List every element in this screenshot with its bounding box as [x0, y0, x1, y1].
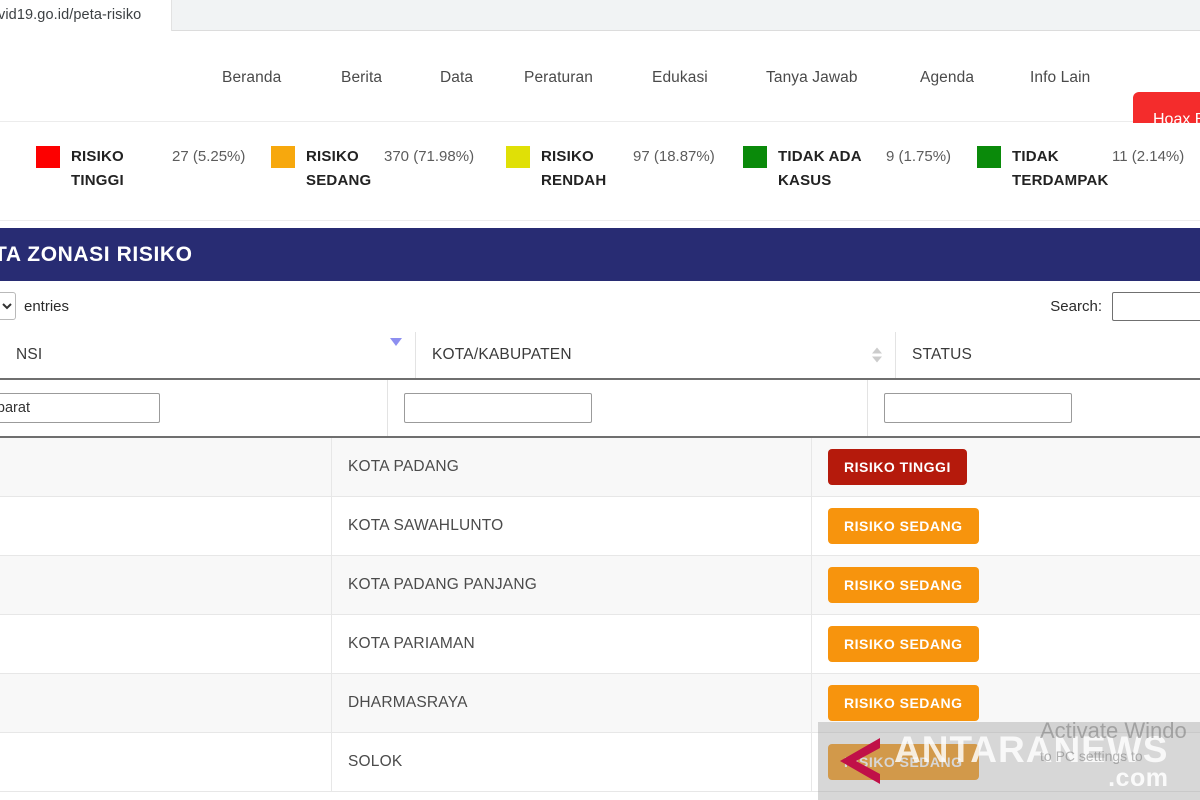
- entries-label: entries: [24, 297, 70, 315]
- table-controls: 102550100 entries Search:: [0, 286, 1200, 330]
- legend-color-swatch-icon: [36, 146, 60, 168]
- status-badge[interactable]: RISIKO SEDANG: [828, 567, 979, 603]
- filter-cell-1: [388, 380, 868, 436]
- cell-status: RISIKO SEDANG: [812, 556, 1116, 614]
- url-text[interactable]: vid19.go.id/peta-risiko: [0, 7, 141, 23]
- cell-status: RISIKO TINGGI: [812, 438, 1116, 496]
- column-filter-input-1[interactable]: [404, 393, 592, 423]
- table-row[interactable]: RA BARATSOLOK RISIKO SEDANG: [0, 733, 1200, 792]
- cell-kota-kabupaten: KOTA PARIAMAN: [332, 615, 812, 673]
- table-row[interactable]: RA BARATKOTA SAWAHLUNTO RISIKO SEDANG: [0, 497, 1200, 556]
- nav-link-beranda[interactable]: Beranda: [222, 69, 281, 87]
- cell-provinsi: RA BARAT: [0, 674, 332, 732]
- nav-link-tanya-jawab[interactable]: Tanya Jawab: [766, 69, 858, 87]
- column-header-label: NSI: [16, 346, 43, 363]
- length-control: 102550100 entries: [0, 292, 69, 320]
- legend-label: RISIKO TINGGI: [71, 148, 124, 189]
- cell-status: RISIKO SEDANG: [812, 615, 1116, 673]
- legend-color-swatch-icon: [271, 146, 295, 168]
- nav-link-peraturan[interactable]: Peraturan: [524, 69, 593, 87]
- status-badge[interactable]: RISIKO SEDANG: [828, 508, 979, 544]
- sort-toggle-icon[interactable]: [872, 347, 882, 363]
- cell-kota-kabupaten: KOTA PADANG: [332, 438, 812, 496]
- column-header-label: KOTA/KABUPATEN: [432, 346, 572, 363]
- cell-provinsi: RA BARAT: [0, 497, 332, 555]
- status-badge[interactable]: RISIKO SEDANG: [828, 744, 979, 780]
- cell-status: RISIKO SEDANG: [812, 674, 1116, 732]
- cell-kota-kabupaten: DHARMASRAYA: [332, 674, 812, 732]
- filter-cell-2: [868, 380, 1172, 436]
- cell-kota-kabupaten: KOTA SAWAHLUNTO: [332, 497, 812, 555]
- legend-item-4: TIDAK TERDAMPAK: [977, 145, 1109, 193]
- table-column-filters: [0, 380, 1200, 438]
- nav-link-edukasi[interactable]: Edukasi: [652, 69, 708, 87]
- zonasi-risiko-table: NSI KOTA/KABUPATEN STATUS RA BARAT KOTA PAD…: [0, 332, 1200, 792]
- site-navbar: Beranda Berita Data Peraturan Edukasi Tanya J…: [0, 32, 1200, 148]
- search-label: Search:: [1050, 298, 1102, 315]
- search-input[interactable]: [1112, 292, 1200, 321]
- cell-status: RISIKO SEDANG: [812, 733, 1116, 791]
- status-badge[interactable]: RISIKO TINGGI: [828, 449, 967, 485]
- table-row[interactable]: RA BARATKOTA PARIAMAN RISIKO SEDANG: [0, 615, 1200, 674]
- legend-label: TIDAK TERDAMPAK: [1012, 148, 1109, 189]
- nav-link-data[interactable]: Data: [440, 69, 473, 87]
- table-body: RA BARATKOTA PADANGRISIKO TINGGIRA BARAT…: [0, 438, 1200, 792]
- filter-cell-0: [0, 380, 388, 436]
- nav-link-info-lain[interactable]: Info Lain: [1030, 69, 1090, 87]
- legend-item-3: TIDAK ADA KASUS: [743, 145, 862, 193]
- cell-provinsi: RA BARAT: [0, 556, 332, 614]
- status-badge[interactable]: RISIKO SEDANG: [828, 626, 979, 662]
- legend-color-swatch-icon: [506, 146, 530, 168]
- column-header-label: STATUS: [912, 346, 973, 363]
- legend-label: TIDAK ADA KASUS: [778, 148, 862, 189]
- table-row[interactable]: RA BARATKOTA PADANG PANJANG RISIKO SEDANG: [0, 556, 1200, 615]
- page-title: TA ZONASI RISIKO: [0, 242, 193, 266]
- cell-provinsi: RA BARAT: [0, 733, 332, 791]
- risk-legend: RISIKO TINGGI 27 (5.25%) RISIKO SEDANG 370 …: [0, 123, 1200, 221]
- table-header: NSI KOTA/KABUPATEN STATUS: [0, 332, 1200, 380]
- page-root: vid19.go.id/peta-risiko Beranda Berita Dat…: [0, 0, 1200, 800]
- legend-count: 27 (5.25%): [172, 148, 246, 165]
- legend-item-2: RISIKO RENDAH: [506, 145, 606, 193]
- legend-item-1: RISIKO SEDANG: [271, 145, 371, 193]
- table-header-row: NSI KOTA/KABUPATEN STATUS: [0, 332, 1200, 380]
- browser-url-bar: vid19.go.id/peta-risiko: [0, 0, 1200, 31]
- column-header-1[interactable]: KOTA/KABUPATEN: [416, 332, 896, 378]
- entries-length-select[interactable]: 102550100: [0, 292, 16, 320]
- legend-color-swatch-icon: [743, 146, 767, 168]
- legend-label: RISIKO SEDANG: [306, 148, 372, 189]
- legend-count: 370 (71.98%): [384, 148, 475, 165]
- table-row[interactable]: RA BARATKOTA PADANG RISIKO TINGGI: [0, 438, 1200, 497]
- panel-title-bar: TA ZONASI RISIKO: [0, 228, 1200, 281]
- sort-descending-icon[interactable]: [390, 338, 402, 364]
- column-header-0[interactable]: NSI: [0, 332, 416, 378]
- legend-item-0: RISIKO TINGGI: [36, 145, 124, 193]
- status-badge[interactable]: RISIKO SEDANG: [828, 685, 979, 721]
- legend-count: 97 (18.87%): [633, 148, 715, 165]
- column-header-2[interactable]: STATUS: [896, 332, 1200, 378]
- column-filter-input-2[interactable]: [884, 393, 1072, 423]
- search-control: Search:: [1050, 292, 1200, 321]
- table-filter-row: [0, 380, 1200, 438]
- legend-count: 11 (2.14%): [1112, 148, 1185, 165]
- table-row[interactable]: RA BARATDHARMASRAYA RISIKO SEDANG: [0, 674, 1200, 733]
- cell-kota-kabupaten: SOLOK: [332, 733, 812, 791]
- cell-status: RISIKO SEDANG: [812, 497, 1116, 555]
- cell-provinsi: RA BARAT: [0, 615, 332, 673]
- nav-link-agenda[interactable]: Agenda: [920, 69, 974, 87]
- cell-kota-kabupaten: KOTA PADANG PANJANG: [332, 556, 812, 614]
- cell-provinsi: RA BARAT: [0, 438, 332, 496]
- legend-label: RISIKO RENDAH: [541, 148, 607, 189]
- legend-count: 9 (1.75%): [886, 148, 952, 165]
- legend-color-swatch-icon: [977, 146, 1001, 168]
- nav-link-berita[interactable]: Berita: [341, 69, 382, 87]
- column-filter-input-0[interactable]: [0, 393, 160, 423]
